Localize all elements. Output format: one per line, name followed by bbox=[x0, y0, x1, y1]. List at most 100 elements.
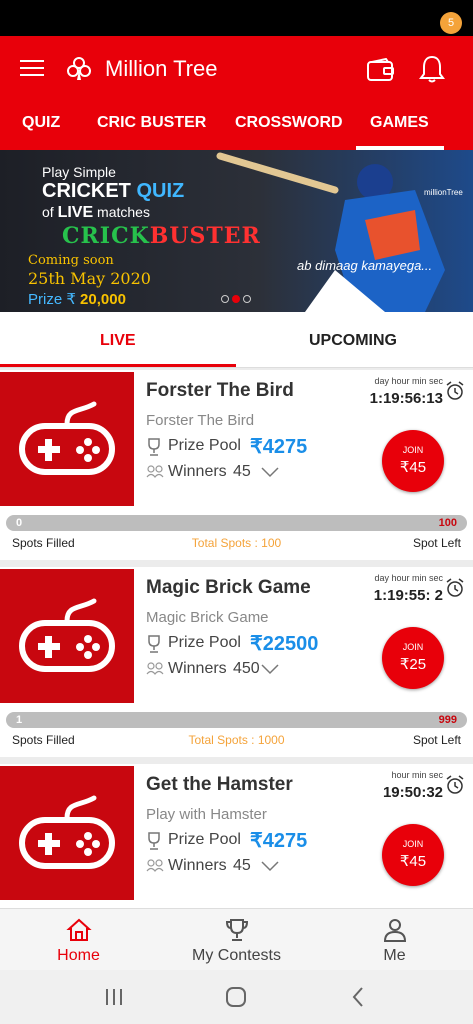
app-title: Million Tree bbox=[105, 56, 218, 81]
trophy-icon bbox=[148, 438, 160, 456]
countdown-units: day hour min sec bbox=[374, 573, 443, 583]
nav-my-contests-label: My Contests bbox=[192, 947, 281, 964]
entry-fee: ₹25 bbox=[399, 656, 427, 673]
banner-headline: CRICKET QUIZ bbox=[42, 180, 184, 203]
alarm-clock-icon bbox=[446, 578, 464, 597]
alarm-clock-icon bbox=[446, 775, 464, 794]
club-logo-icon bbox=[67, 57, 91, 80]
join-button[interactable]: JOIN ₹25 bbox=[382, 627, 444, 689]
category-tabs: QUIZ CRIC BUSTER CROSSWORD GAMES bbox=[0, 102, 473, 150]
app-bar: Million Tree bbox=[0, 36, 473, 102]
home-circle-icon[interactable] bbox=[225, 986, 247, 1008]
winners-count: 450 bbox=[233, 660, 260, 677]
game-subtitle: Forster The Bird bbox=[146, 412, 255, 429]
prize-pool-label: Prize Pool bbox=[168, 634, 241, 651]
entry-fee: ₹45 bbox=[399, 459, 427, 476]
alarm-clock-icon bbox=[446, 381, 464, 400]
countdown-timer: 1:19:55: 2 bbox=[373, 587, 443, 604]
nav-me[interactable]: Me bbox=[316, 909, 473, 971]
spot-left-label: Spot Left bbox=[412, 536, 461, 550]
spots-filled-count: 0 bbox=[16, 517, 23, 529]
prize-pool-label: Prize Pool bbox=[168, 831, 241, 848]
total-spots: Total Spots : 1000 bbox=[188, 733, 285, 747]
game-thumbnail[interactable] bbox=[0, 569, 134, 703]
game-title: Magic Brick Game bbox=[146, 577, 311, 598]
spots-left-count: 100 bbox=[438, 517, 457, 529]
menu-icon[interactable] bbox=[20, 60, 44, 78]
game-title: Get the Hamster bbox=[146, 774, 293, 795]
game-subtitle: Magic Brick Game bbox=[146, 609, 269, 626]
segment-indicator bbox=[0, 364, 236, 367]
trophy-icon bbox=[148, 832, 160, 850]
notification-badge: 5 bbox=[440, 12, 462, 34]
banner-headline-b: QUIZ bbox=[136, 180, 185, 202]
total-spots: Total Spots : 100 bbox=[191, 536, 282, 550]
back-icon[interactable] bbox=[350, 986, 366, 1008]
countdown-units: day hour min sec bbox=[374, 376, 443, 386]
banner-line3: of LIVE matches bbox=[42, 204, 150, 222]
bell-icon[interactable] bbox=[418, 54, 446, 84]
prize-pool-amount: ₹4275 bbox=[250, 830, 308, 852]
banner-brand-b: BUSTER bbox=[149, 223, 261, 249]
trophy-icon bbox=[148, 635, 160, 653]
countdown-units: hour min sec bbox=[391, 770, 443, 780]
prize-pool-amount: ₹4275 bbox=[250, 436, 308, 458]
carousel-dots[interactable] bbox=[221, 290, 254, 308]
banner-line3-a: of bbox=[42, 204, 58, 220]
spots-left-count: 999 bbox=[438, 714, 457, 726]
group-icon bbox=[146, 662, 164, 675]
prize-pool-amount: ₹22500 bbox=[250, 633, 319, 655]
nav-me-label: Me bbox=[383, 947, 406, 964]
group-icon bbox=[146, 465, 164, 478]
system-navigation-bar bbox=[0, 970, 473, 1024]
promo-banner[interactable]: Play Simple CRICKET QUIZ of LIVE matches… bbox=[0, 150, 473, 312]
banner-date: 25th May 2020 bbox=[28, 269, 151, 288]
banner-prize: Prize ₹ 20,000 bbox=[28, 290, 126, 308]
spots-filled-count: 1 bbox=[16, 714, 23, 726]
banner-line3-b: LIVE bbox=[57, 204, 94, 221]
countdown-timer: 19:50:32 bbox=[382, 784, 443, 801]
banner-coming-soon: Coming soon bbox=[28, 253, 114, 268]
join-button[interactable]: JOIN ₹45 bbox=[382, 824, 444, 886]
tab-games[interactable]: GAMES bbox=[370, 114, 429, 132]
tab-crossword[interactable]: CROSSWORD bbox=[235, 114, 343, 132]
entry-fee: ₹45 bbox=[399, 853, 427, 870]
group-icon bbox=[146, 859, 164, 872]
segment-live[interactable]: LIVE bbox=[100, 332, 136, 350]
nav-home[interactable]: Home bbox=[0, 909, 157, 971]
winners-count: 45 bbox=[233, 463, 251, 480]
banner-headline-a: CRICKET bbox=[42, 180, 137, 202]
game-title: Forster The Bird bbox=[146, 380, 294, 401]
recents-icon[interactable] bbox=[104, 988, 124, 1006]
prize-pool-label: Prize Pool bbox=[168, 437, 241, 454]
game-thumbnail[interactable] bbox=[0, 766, 134, 900]
join-button[interactable]: JOIN ₹45 bbox=[382, 430, 444, 492]
segment-upcoming[interactable]: UPCOMING bbox=[309, 332, 397, 350]
wallet-icon[interactable] bbox=[366, 58, 396, 82]
status-bar bbox=[0, 0, 473, 36]
game-thumbnail[interactable] bbox=[0, 372, 134, 506]
chevron-down-icon[interactable] bbox=[260, 860, 280, 872]
contests-trophy-icon bbox=[225, 919, 249, 941]
banner-prize-label: Prize ₹ bbox=[28, 291, 76, 308]
banner-line3-c: matches bbox=[93, 204, 150, 220]
chevron-down-icon[interactable] bbox=[260, 466, 280, 478]
spots-progress-track bbox=[6, 515, 467, 531]
tab-cric-buster[interactable]: CRIC BUSTER bbox=[97, 114, 206, 132]
spot-left-label: Spot Left bbox=[412, 733, 461, 747]
game-card[interactable]: Forster The Bird Forster The Bird Prize … bbox=[0, 370, 473, 560]
nav-home-label: Home bbox=[57, 947, 100, 964]
banner-logo-text: millionTree bbox=[424, 188, 463, 197]
banner-brand: CRICKBUSTER bbox=[62, 223, 410, 249]
chevron-down-icon[interactable] bbox=[260, 663, 280, 675]
bottom-navigation: Home My Contests Me bbox=[0, 908, 473, 970]
gamepad-icon bbox=[19, 401, 115, 475]
game-card[interactable]: Magic Brick Game Magic Brick Game Prize … bbox=[0, 567, 473, 757]
join-label: JOIN bbox=[402, 642, 424, 652]
banner-line1: Play Simple bbox=[42, 164, 116, 180]
winners-count: 45 bbox=[233, 857, 251, 874]
tab-quiz[interactable]: QUIZ bbox=[22, 114, 60, 132]
gamepad-icon bbox=[19, 795, 115, 869]
spots-progress-track bbox=[6, 712, 467, 728]
nav-my-contests[interactable]: My Contests bbox=[158, 909, 315, 971]
